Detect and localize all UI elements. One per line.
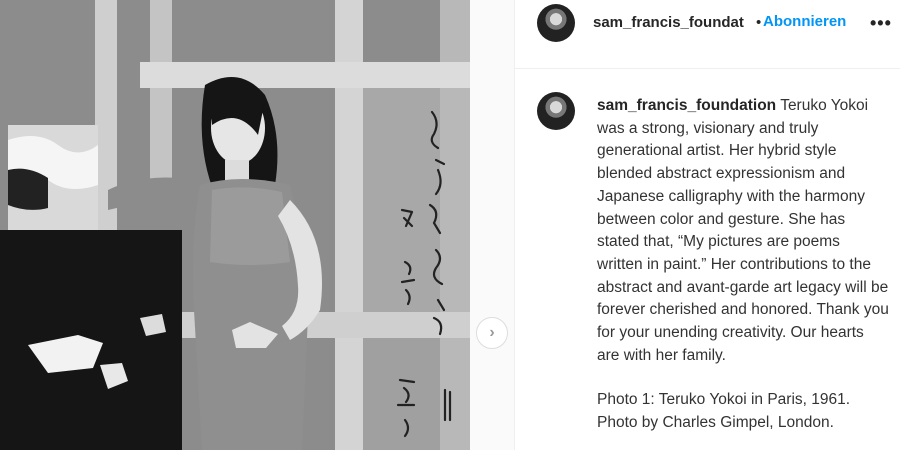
post-photo[interactable] bbox=[0, 0, 470, 450]
photo-credit-line-2: Photo by Charles Gimpel, London. bbox=[597, 414, 834, 432]
more-options-icon[interactable]: ••• bbox=[870, 13, 892, 34]
caption-username-link[interactable]: sam_francis_foundation bbox=[597, 97, 776, 114]
post-header: sam_francis_foundat • Abonnieren ••• bbox=[515, 0, 900, 69]
photo-credit-line-1: Photo 1: Teruko Yokoi in Paris, 1961. bbox=[597, 391, 851, 409]
photo-artwork bbox=[0, 0, 470, 450]
caption-body: Teruko Yokoi was a strong, visionary and… bbox=[597, 97, 889, 364]
header-separator: • bbox=[756, 14, 762, 31]
post-detail-panel: sam_francis_foundat • Abonnieren ••• sam… bbox=[514, 0, 900, 450]
caption-avatar[interactable] bbox=[537, 92, 575, 130]
next-image-button[interactable]: › bbox=[476, 317, 508, 349]
header-username-link[interactable]: sam_francis_foundat bbox=[593, 14, 744, 31]
chevron-right-icon: › bbox=[489, 324, 495, 341]
caption-text-block: sam_francis_foundation Teruko Yokoi was … bbox=[597, 95, 889, 435]
avatar[interactable] bbox=[537, 4, 575, 42]
follow-button[interactable]: Abonnieren bbox=[763, 13, 846, 30]
